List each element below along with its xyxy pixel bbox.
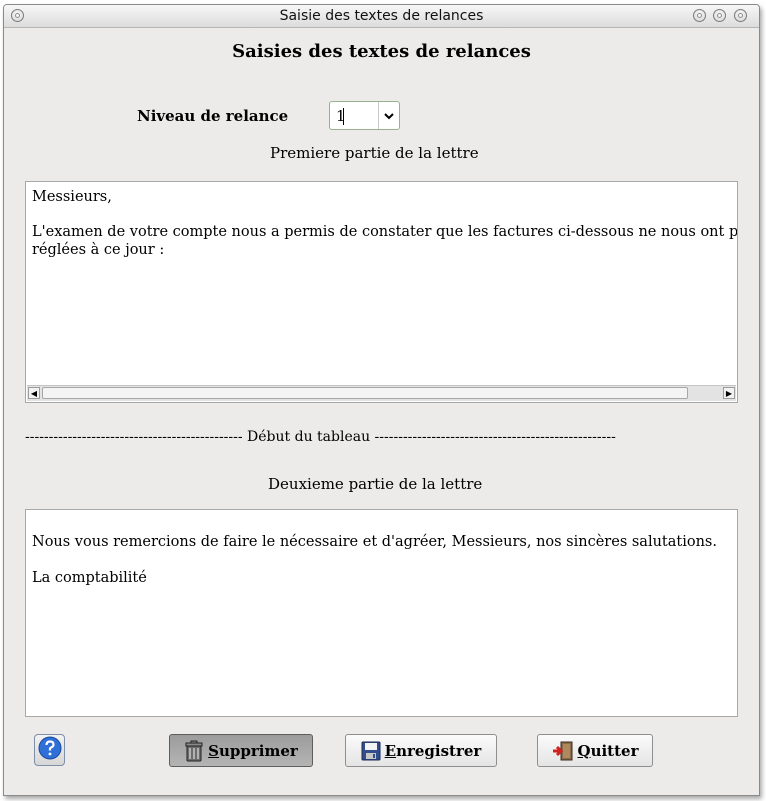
quitter-button[interactable]: Quitter [537, 734, 653, 767]
dialog-window: Saisie des textes de relances Saisies de… [3, 4, 760, 796]
enregistrer-label: Enregistrer [384, 741, 482, 760]
quitter-label: Quitter [577, 741, 639, 760]
form-heading: Saisies des textes de relances [232, 41, 531, 62]
part1-line: Messieurs, [32, 189, 112, 205]
maximize-button[interactable] [713, 9, 726, 22]
exit-door-icon [552, 741, 574, 761]
help-button[interactable] [34, 734, 65, 766]
table-separator: ----------------------------------------… [25, 429, 616, 445]
trash-icon [184, 740, 204, 762]
floppy-disk-icon [361, 741, 381, 761]
part2-line: Nous vous remercions de faire le nécessa… [32, 534, 717, 550]
part1-label: Premiere partie de la lettre [270, 144, 479, 162]
supprimer-button[interactable]: Supprimer [169, 734, 313, 767]
help-icon [38, 736, 62, 764]
niveau-label: Niveau de relance [137, 107, 289, 125]
part2-textarea[interactable]: Nous vous remercions de faire le nécessa… [25, 509, 738, 717]
horizontal-scrollbar[interactable]: ◀ ▶ [27, 385, 736, 401]
part1-line: réglées à ce jour : [32, 242, 165, 258]
minimize-button[interactable] [693, 9, 706, 22]
part1-textarea[interactable]: Messieurs, L'examen de votre compte nous… [25, 181, 738, 403]
scroll-left-icon[interactable]: ◀ [28, 387, 40, 399]
enregistrer-button[interactable]: Enregistrer [345, 734, 497, 767]
window-title: Saisie des textes de relances [279, 8, 484, 24]
chevron-down-icon[interactable] [378, 102, 399, 129]
niveau-select-value: 1 [336, 107, 346, 125]
title-bar[interactable]: Saisie des textes de relances [4, 5, 759, 28]
niveau-select[interactable]: 1 [329, 101, 400, 130]
part2-line: La comptabilité [32, 570, 147, 586]
close-button[interactable] [734, 9, 747, 22]
supprimer-label: Supprimer [208, 741, 298, 760]
part1-line: L'examen de votre compte nous a permis d… [32, 224, 738, 240]
scroll-right-icon[interactable]: ▶ [723, 387, 735, 399]
part2-label: Deuxieme partie de la lettre [268, 475, 483, 493]
text-cursor [343, 108, 344, 125]
scrollbar-thumb[interactable] [42, 387, 688, 399]
